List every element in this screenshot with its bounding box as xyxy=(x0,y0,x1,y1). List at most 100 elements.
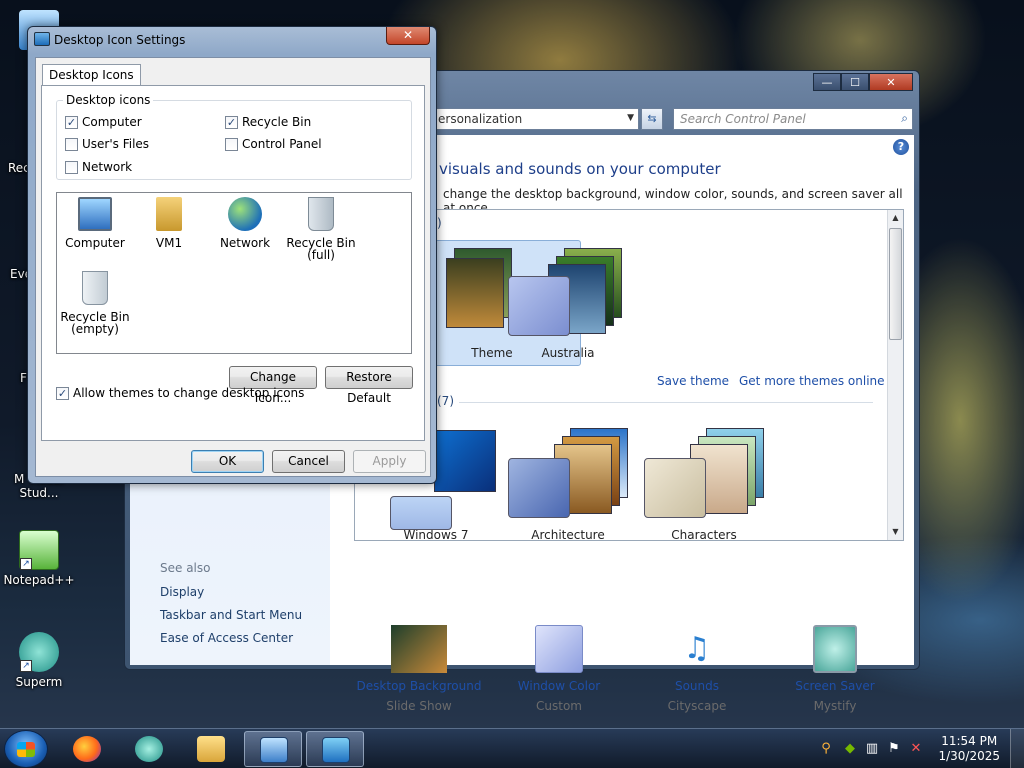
see-also-ease-of-access[interactable]: Ease of Access Center xyxy=(160,631,293,645)
window-caption-buttons: — ☐ ✕ xyxy=(813,73,913,91)
taskbar-control-panel[interactable] xyxy=(244,731,302,767)
theme-label: Characters xyxy=(671,528,737,541)
recycle-bin-empty-icon xyxy=(82,271,108,305)
taskbar-firefox[interactable] xyxy=(58,731,116,767)
icon-network[interactable]: Network xyxy=(205,197,285,249)
computer-icon xyxy=(78,197,112,231)
icon-label: Network xyxy=(219,236,271,250)
recycle-bin-full-icon xyxy=(308,197,334,231)
desktop-icon-label: Notepad++ xyxy=(3,573,75,587)
taskbar-supermium[interactable] xyxy=(120,731,178,767)
tab-panel: Desktop icons ✓ Computer ✓ Recycle Bin U… xyxy=(41,85,425,441)
cancel-button[interactable]: Cancel xyxy=(272,450,345,473)
tab-desktop-icons[interactable]: Desktop Icons xyxy=(42,64,141,86)
network-tray-icon[interactable]: ▥ xyxy=(864,741,880,757)
icon-computer[interactable]: Computer xyxy=(55,197,135,249)
maximize-button[interactable]: ☐ xyxy=(841,73,869,91)
checkbox-box[interactable] xyxy=(65,160,78,174)
dialog-app-icon xyxy=(34,32,50,46)
get-more-themes-link[interactable]: Get more themes online xyxy=(739,374,885,388)
apply-button[interactable]: Apply xyxy=(353,450,426,473)
desktop-icon-supermium[interactable]: ↗ Superm xyxy=(2,632,76,689)
icon-list[interactable]: Computer VM1 Network Recycle Bin (full) xyxy=(56,192,412,354)
checkbox-label: Recycle Bin xyxy=(242,115,312,129)
checkbox-label: Control Panel xyxy=(242,137,322,151)
icon-recycle-bin-empty[interactable]: Recycle Bin (empty) xyxy=(55,271,135,335)
network-globe-icon xyxy=(228,197,262,231)
screen-saver-link[interactable]: Screen Saver Mystify xyxy=(770,625,900,713)
desktop-icon-label: Superm xyxy=(15,675,63,689)
checkbox-box[interactable]: ✓ xyxy=(65,115,78,129)
start-button[interactable] xyxy=(4,730,48,768)
desktop-icon-notepadpp[interactable]: ↗ Notepad++ xyxy=(2,530,76,587)
icon-label: Computer xyxy=(65,236,125,250)
ok-button[interactable]: OK xyxy=(191,450,264,473)
theme-architecture[interactable]: Architecture xyxy=(503,428,633,540)
control-panel-checkbox[interactable]: Control Panel xyxy=(225,137,322,151)
theme-label: Australia xyxy=(541,346,595,360)
nvidia-icon[interactable]: ◆ xyxy=(842,741,858,757)
desktop-icons-group: Desktop icons ✓ Computer ✓ Recycle Bin U… xyxy=(56,93,412,180)
allow-themes-checkbox[interactable]: ✓ Allow themes to change desktop icons xyxy=(56,386,304,400)
users-files-checkbox[interactable]: User's Files xyxy=(65,137,149,151)
taskbar-desktop-icon-settings[interactable] xyxy=(306,731,364,767)
chevron-down-icon[interactable]: ▼ xyxy=(627,113,634,123)
address-bar[interactable]: ersonalization ▼ xyxy=(431,108,639,130)
theme-thumbnail xyxy=(508,246,628,342)
icon-recycle-bin-full[interactable]: Recycle Bin (full) xyxy=(281,197,361,261)
window-color-title: Window Color xyxy=(517,679,601,693)
scroll-thumb[interactable] xyxy=(889,228,902,340)
window-color-link[interactable]: Window Color Custom xyxy=(494,625,624,713)
search-input[interactable]: Search Control Panel ⌕ xyxy=(673,108,913,130)
screen-saver-icon xyxy=(813,625,857,673)
shortcut-arrow-icon: ↗ xyxy=(20,660,32,672)
desktop-background-link[interactable]: Desktop Background Slide Show xyxy=(354,625,484,713)
checkbox-label: User's Files xyxy=(82,137,150,151)
clock-date: 1/30/2025 xyxy=(938,749,1000,763)
refresh-button[interactable]: ⇆ xyxy=(641,108,663,130)
theme-list-scrollbar[interactable]: ▲ ▼ xyxy=(887,210,903,540)
show-desktop-button[interactable] xyxy=(1010,729,1024,768)
theme-australia[interactable]: Australia xyxy=(503,246,633,360)
checkbox-label: Network xyxy=(82,160,133,174)
dialog-title: Desktop Icon Settings xyxy=(54,33,186,47)
desktop-icon-settings-dialog: Desktop Icon Settings ✕ Desktop Icons De… xyxy=(27,26,437,484)
computer-checkbox[interactable]: ✓ Computer xyxy=(65,115,142,129)
page-title: visuals and sounds on your computer xyxy=(439,160,721,178)
see-also-display[interactable]: Display xyxy=(160,585,204,599)
checkbox-box[interactable] xyxy=(65,137,78,151)
dialog-close-button[interactable]: ✕ xyxy=(386,27,430,45)
checkbox-box[interactable]: ✓ xyxy=(225,115,238,129)
clock-time: 11:54 PM xyxy=(941,734,998,748)
folder-icon xyxy=(197,736,225,762)
group-title: Desktop icons xyxy=(63,93,154,107)
sounds-link[interactable]: ♫ Sounds Cityscape xyxy=(632,625,762,713)
scroll-down-arrow-icon[interactable]: ▼ xyxy=(889,525,902,539)
volume-muted-icon[interactable]: ✕ xyxy=(908,741,924,757)
screen-saver-sub: Mystify xyxy=(813,699,857,713)
action-center-flag-icon[interactable]: ⚑ xyxy=(886,741,902,757)
scroll-up-arrow-icon[interactable]: ▲ xyxy=(889,211,902,225)
desktop-icon-settings-icon xyxy=(322,737,350,763)
close-button[interactable]: ✕ xyxy=(869,73,913,91)
see-also-taskbar[interactable]: Taskbar and Start Menu xyxy=(160,608,302,622)
desktop-background-icon xyxy=(391,625,447,673)
checkbox-box[interactable] xyxy=(225,137,238,151)
taskbar-explorer[interactable] xyxy=(182,731,240,767)
save-theme-link[interactable]: Save theme xyxy=(657,374,729,388)
theme-characters[interactable]: Characters xyxy=(639,428,769,541)
icon-user-files[interactable]: VM1 xyxy=(129,197,209,249)
screen-saver-title: Screen Saver xyxy=(795,679,875,693)
see-also-title: See also xyxy=(160,561,211,575)
clock[interactable]: 11:54 PM 1/30/2025 xyxy=(938,734,1000,764)
search-tray-icon[interactable]: ⚲ xyxy=(818,741,834,757)
recycle-bin-checkbox[interactable]: ✓ Recycle Bin xyxy=(225,115,311,129)
network-checkbox[interactable]: Network xyxy=(65,160,132,174)
restore-default-button[interactable]: Restore Default xyxy=(325,366,413,405)
minimize-button[interactable]: — xyxy=(813,73,841,91)
address-text: ersonalization xyxy=(438,112,523,126)
checkbox-box[interactable]: ✓ xyxy=(56,386,69,400)
sounds-sub: Cityscape xyxy=(667,699,727,713)
search-icon[interactable]: ⌕ xyxy=(901,111,908,126)
help-icon[interactable]: ? xyxy=(893,139,909,155)
